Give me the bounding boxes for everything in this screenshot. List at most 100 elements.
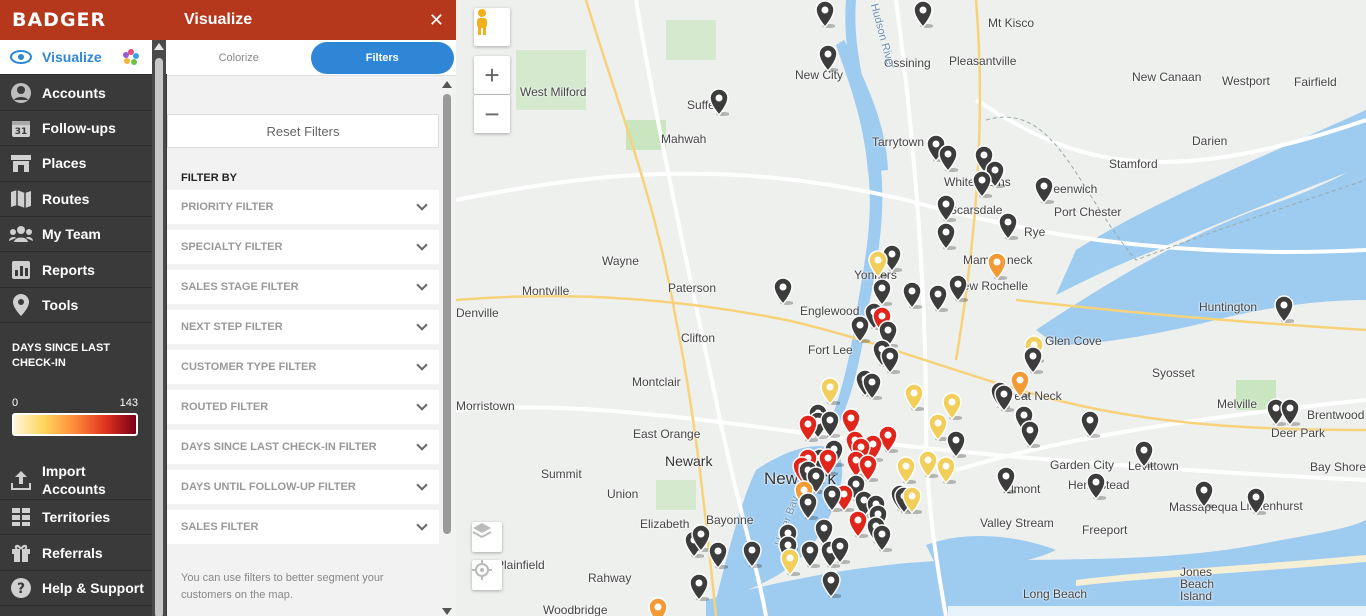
map-marker-red[interactable]: [848, 510, 868, 538]
nav-item-reports[interactable]: Reports: [0, 252, 167, 288]
map-marker-gray[interactable]: [815, 0, 835, 28]
map-marker-gray[interactable]: [902, 281, 922, 309]
nav-item-territories[interactable]: Territories: [0, 500, 152, 536]
my-location-button[interactable]: [472, 560, 502, 590]
map-marker-gray[interactable]: [1086, 472, 1106, 500]
nav-item-follow-ups[interactable]: 31 Follow-ups: [0, 111, 167, 147]
marker-icon: [862, 372, 882, 400]
map-marker-gray[interactable]: [872, 524, 892, 552]
scroll-thumb[interactable]: [155, 58, 163, 616]
map-marker-gray[interactable]: [913, 0, 933, 28]
map-marker-yellow[interactable]: [896, 456, 916, 484]
scroll-down-arrow[interactable]: [442, 608, 452, 615]
map-marker-gray[interactable]: [742, 540, 762, 568]
filter-days-until-followup[interactable]: DAYS UNTIL FOLLOW-UP FILTER: [167, 470, 439, 504]
tab-filters[interactable]: Filters: [310, 41, 454, 74]
filter-sales[interactable]: SALES FILTER: [167, 510, 439, 544]
filter-sales-stage[interactable]: SALES STAGE FILTER: [167, 270, 439, 304]
map-marker-gray[interactable]: [820, 410, 840, 438]
map-marker-gray[interactable]: [862, 372, 882, 400]
map-marker-orange[interactable]: [648, 597, 668, 616]
street-view-pegman[interactable]: [474, 8, 510, 46]
map-marker-gray[interactable]: [1134, 440, 1154, 468]
map-marker-gray[interactable]: [936, 222, 956, 250]
map-marker-yellow[interactable]: [936, 456, 956, 484]
color-palette-icon[interactable]: [122, 48, 140, 66]
filter-customer-type[interactable]: CUSTOMER TYPE FILTER: [167, 350, 439, 384]
map-marker-gray[interactable]: [1246, 487, 1266, 515]
map-marker-gray[interactable]: [994, 384, 1014, 412]
sidebar-scrollbar[interactable]: [152, 40, 166, 616]
map-marker-yellow[interactable]: [918, 450, 938, 478]
map-marker-gray[interactable]: [936, 194, 956, 222]
map-marker-gray[interactable]: [800, 540, 820, 568]
map-marker-yellow[interactable]: [868, 250, 888, 278]
layers-button[interactable]: [472, 522, 502, 552]
filter-specialty[interactable]: SPECIALTY FILTER: [167, 230, 439, 264]
close-icon[interactable]: ✕: [429, 10, 444, 31]
map-marker-gray[interactable]: [946, 430, 966, 458]
map-marker-gray[interactable]: [708, 541, 728, 569]
reset-filters-button[interactable]: Reset Filters: [167, 114, 439, 148]
map-marker-gray[interactable]: [938, 144, 958, 172]
map-marker-yellow[interactable]: [904, 383, 924, 411]
marker-icon: [902, 281, 922, 309]
map-marker-gray[interactable]: [998, 212, 1018, 240]
help-icon: ?: [8, 577, 34, 599]
map-marker-gray[interactable]: [818, 44, 838, 72]
map-canvas[interactable]: Mt Kisco New City Ossining Pleasantville…: [456, 0, 1366, 616]
map-marker-gray[interactable]: [850, 315, 870, 343]
map-marker-yellow[interactable]: [928, 413, 948, 441]
map-marker-gray[interactable]: [689, 573, 709, 601]
zoom-in-button[interactable]: +: [474, 56, 510, 94]
map-marker-gray[interactable]: [1280, 398, 1300, 426]
map-marker-gray[interactable]: [972, 170, 992, 198]
nav-item-help[interactable]: ? Help & Support: [0, 571, 152, 607]
filter-priority[interactable]: PRIORITY FILTER: [167, 190, 439, 224]
scroll-thumb[interactable]: [443, 94, 451, 534]
map-marker-gray[interactable]: [880, 346, 900, 374]
nav-item-my-team[interactable]: My Team: [0, 217, 167, 253]
map-marker-gray[interactable]: [822, 484, 842, 512]
marker-icon: [880, 346, 900, 374]
map-marker-gray[interactable]: [830, 536, 850, 564]
map-marker-gray[interactable]: [773, 277, 793, 305]
nav-item-referrals[interactable]: Referrals: [0, 535, 152, 571]
filter-next-step[interactable]: NEXT STEP FILTER: [167, 310, 439, 344]
place-label: Freeport: [1082, 523, 1128, 537]
map-marker-orange[interactable]: [987, 252, 1007, 280]
nav-item-places[interactable]: Places: [0, 146, 167, 182]
filter-days-since-checkin[interactable]: DAYS SINCE LAST CHECK-IN FILTER: [167, 430, 439, 464]
map-marker-gray[interactable]: [1194, 480, 1214, 508]
nav-item-tools[interactable]: Tools: [0, 288, 167, 324]
map-marker-red[interactable]: [818, 448, 838, 476]
scroll-up-arrow[interactable]: [442, 81, 452, 88]
place-label: Stamford: [1109, 157, 1158, 171]
map-marker-yellow[interactable]: [780, 548, 800, 576]
map-marker-gray[interactable]: [1080, 410, 1100, 438]
nav-item-routes[interactable]: Routes: [0, 182, 167, 217]
map-marker-gray[interactable]: [1020, 420, 1040, 448]
zoom-out-button[interactable]: −: [474, 95, 510, 133]
nav-item-accounts[interactable]: Accounts: [0, 75, 167, 111]
nav-item-import-accounts[interactable]: Import Accounts: [0, 460, 152, 500]
map-marker-gray[interactable]: [996, 466, 1016, 494]
filter-routed[interactable]: ROUTED FILTER: [167, 390, 439, 424]
panel-scrollbar[interactable]: [442, 76, 452, 616]
map-marker-red[interactable]: [798, 414, 818, 442]
marker-icon: [815, 0, 835, 28]
map-marker-gray[interactable]: [1274, 295, 1294, 323]
map-marker-gray[interactable]: [709, 88, 729, 116]
map-marker-gray[interactable]: [948, 274, 968, 302]
marker-icon: [820, 377, 840, 405]
nav-item-visualize[interactable]: Visualize: [0, 40, 167, 76]
map-marker-gray[interactable]: [928, 284, 948, 312]
filter-label: DAYS SINCE LAST CHECK-IN FILTER: [181, 441, 377, 453]
map-marker-yellow[interactable]: [820, 377, 840, 405]
scroll-up-arrow[interactable]: [154, 43, 164, 50]
map-marker-gray[interactable]: [1034, 176, 1054, 204]
tab-colorize[interactable]: Colorize: [167, 42, 311, 74]
map-marker-gray[interactable]: [798, 492, 818, 520]
map-marker-gray[interactable]: [821, 570, 841, 598]
map-marker-yellow[interactable]: [902, 486, 922, 514]
